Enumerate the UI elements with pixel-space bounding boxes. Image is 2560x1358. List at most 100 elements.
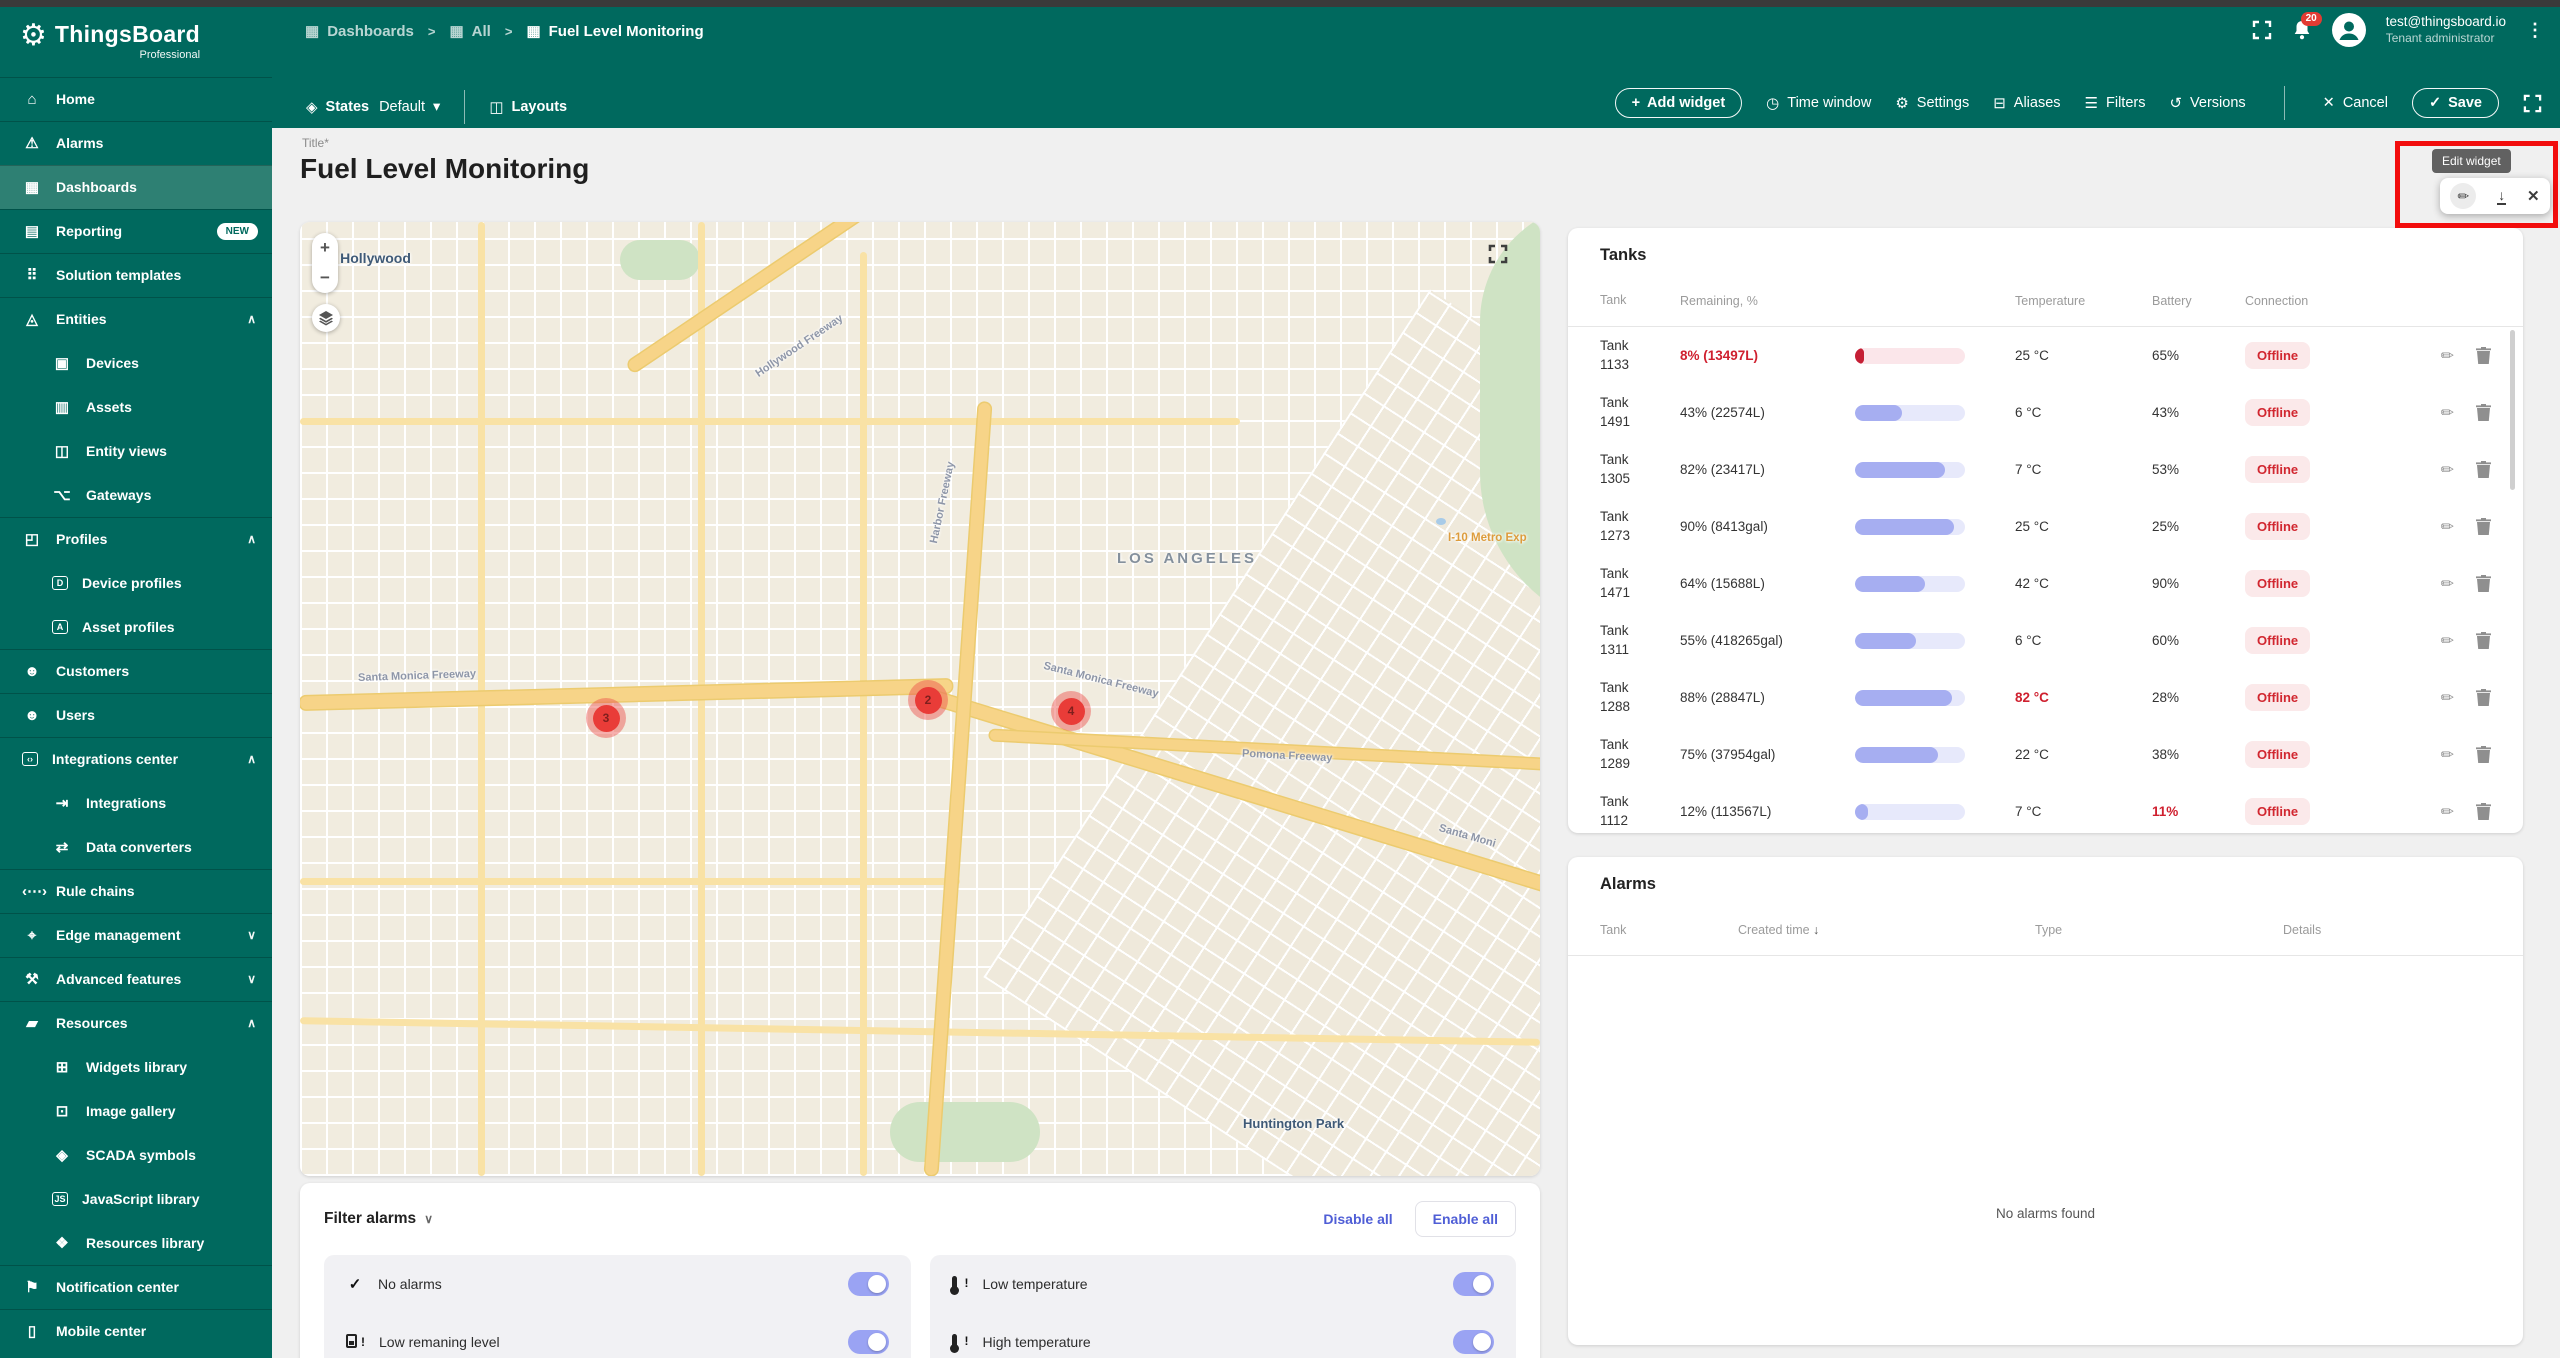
map-canvas[interactable]: Santa Monica Freeway Santa Monica Freewa… — [300, 222, 1540, 1176]
sidebar-item-rule-chains[interactable]: ‹⋯› Rule chains — [0, 869, 272, 913]
add-widget-button[interactable]: + Add widget — [1614, 88, 1743, 118]
notifications-bell[interactable]: 20 — [2292, 12, 2322, 41]
avatar[interactable] — [2331, 13, 2366, 47]
low-temperature-toggle[interactable] — [1453, 1272, 1494, 1296]
high-temperature-toggle[interactable] — [1453, 1330, 1494, 1354]
column-created-time[interactable]: Created time ↓ — [1738, 923, 2035, 937]
sidebar-item-image-gallery[interactable]: ⊡ Image gallery — [0, 1089, 272, 1133]
table-row-tank-1273[interactable]: Tank 1273 90% (8413gal) 25 °C 25% Offline… — [1568, 498, 2523, 555]
delete-row-icon[interactable] — [2476, 803, 2491, 820]
breadcrumb-dashboards[interactable]: ▦ Dashboards — [305, 22, 414, 41]
no-alarms-toggle[interactable] — [847, 1272, 889, 1296]
edit-row-icon[interactable]: ✏ — [2441, 460, 2454, 480]
edit-widget-button[interactable]: ✏ — [2450, 183, 2477, 209]
sidebar-item-notification-center[interactable]: ⚑ Notification center — [0, 1265, 272, 1309]
states-button[interactable]: ◈ States — [306, 98, 369, 116]
sidebar-item-resources[interactable]: ▰ Resources ∧ — [0, 1001, 272, 1045]
download-widget-icon[interactable]: ↓ — [2497, 188, 2507, 205]
column-remaining[interactable]: Remaining, % — [1680, 294, 1855, 308]
sidebar-item-mobile-center[interactable]: ▯ Mobile center — [0, 1309, 272, 1353]
sidebar-item-entities[interactable]: ◬ Entities ∧ — [0, 297, 272, 341]
sidebar-item-javascript-library[interactable]: JS JavaScript library — [0, 1177, 272, 1221]
map-marker[interactable]: 2 — [908, 680, 948, 720]
filter-alarms-title[interactable]: Filter alarms ∨ — [324, 1210, 433, 1228]
sidebar-item-solution-templates[interactable]: ⠿ Solution templates — [0, 253, 272, 297]
aliases-button[interactable]: ⊟ Aliases — [1993, 94, 2060, 112]
sidebar-item-reporting[interactable]: ▤ Reporting NEW — [0, 209, 272, 253]
sidebar-item-device-profiles[interactable]: D Device profiles — [0, 561, 272, 605]
sidebar-item-integrations-center[interactable]: ‹› Integrations center ∧ — [0, 737, 272, 781]
table-row-tank-1288[interactable]: Tank 1288 88% (28847L) 82 °C 28% Offline … — [1568, 669, 2523, 726]
table-scrollbar[interactable] — [2510, 330, 2515, 490]
fullscreen-icon[interactable] — [2252, 20, 2272, 40]
column-details[interactable]: Details — [2283, 923, 2433, 937]
low-remaining-toggle[interactable] — [847, 1330, 889, 1354]
edit-row-icon[interactable]: ✏ — [2441, 346, 2454, 366]
column-tank[interactable]: Tank — [1600, 923, 1738, 937]
save-button[interactable]: ✓ Save — [2411, 88, 2499, 118]
sidebar-item-asset-profiles[interactable]: A Asset profiles — [0, 605, 272, 649]
table-row-tank-1289[interactable]: Tank 1289 75% (37954gal) 22 °C 38% Offlin… — [1568, 726, 2523, 783]
sidebar-item-customers[interactable]: ☻ Customers — [0, 649, 272, 693]
expand-toolbar-icon[interactable] — [2523, 94, 2542, 113]
edit-row-icon[interactable]: ✏ — [2441, 631, 2454, 651]
column-temperature[interactable]: Temperature — [2000, 294, 2135, 308]
settings-button[interactable]: ⚙ Settings — [1895, 94, 1969, 112]
map-marker[interactable]: 4 — [1051, 691, 1091, 731]
delete-row-icon[interactable] — [2476, 746, 2491, 763]
sidebar-item-edge-management[interactable]: ⌖ Edge management ∨ — [0, 913, 272, 957]
zoom-in-button[interactable]: + — [320, 238, 330, 258]
versions-button[interactable]: ↺ Versions — [2169, 94, 2245, 112]
time-window-button[interactable]: ◷ Time window — [1766, 94, 1871, 112]
edit-row-icon[interactable]: ✏ — [2441, 574, 2454, 594]
sidebar-item-devices[interactable]: ▣ Devices — [0, 341, 272, 385]
column-type[interactable]: Type — [2035, 923, 2283, 937]
map-fullscreen-icon[interactable] — [1488, 244, 1508, 264]
edit-row-icon[interactable]: ✏ — [2441, 802, 2454, 822]
enable-all-button[interactable]: Enable all — [1414, 1201, 1516, 1237]
sidebar-item-data-converters[interactable]: ⇄ Data converters — [0, 825, 272, 869]
logo[interactable]: ⚙ ThingsBoard Professional — [20, 21, 200, 62]
sidebar-item-advanced-features[interactable]: ⚒ Advanced features ∨ — [0, 957, 272, 1001]
page-title[interactable]: Fuel Level Monitoring — [300, 153, 589, 185]
delete-row-icon[interactable] — [2476, 404, 2491, 421]
filters-button[interactable]: ☰ Filters — [2085, 94, 2146, 112]
sidebar-item-assets[interactable]: ▥ Assets — [0, 385, 272, 429]
zoom-out-button[interactable]: − — [320, 268, 330, 288]
table-row-tank-1112[interactable]: Tank 1112 12% (113567L) 7 °C 11% Offline … — [1568, 783, 2523, 833]
sidebar-item-widgets-library[interactable]: ⊞ Widgets library — [0, 1045, 272, 1089]
edit-row-icon[interactable]: ✏ — [2441, 745, 2454, 765]
sidebar-item-scada-symbols[interactable]: ◈ SCADA symbols — [0, 1133, 272, 1177]
cancel-button[interactable]: ✕ Cancel — [2323, 95, 2388, 111]
edit-row-icon[interactable]: ✏ — [2441, 403, 2454, 423]
user-info[interactable]: test@thingsboard.io Tenant administrator — [2386, 14, 2506, 46]
edit-row-icon[interactable]: ✏ — [2441, 517, 2454, 537]
table-row-tank-1305[interactable]: Tank 1305 82% (23417L) 7 °C 53% Offline ✏ — [1568, 441, 2523, 498]
table-row-tank-1311[interactable]: Tank 1311 55% (418265gal) 6 °C 60% Offlin… — [1568, 612, 2523, 669]
breadcrumb-all[interactable]: ▦ All — [449, 22, 490, 41]
table-row-tank-1491[interactable]: Tank 1491 43% (22574L) 6 °C 43% Offline ✏ — [1568, 384, 2523, 441]
sidebar-item-alarms[interactable]: ⚠ Alarms — [0, 121, 272, 165]
map-marker[interactable]: 3 — [586, 698, 626, 738]
delete-row-icon[interactable] — [2476, 575, 2491, 592]
delete-row-icon[interactable] — [2476, 689, 2491, 706]
table-row-tank-1471[interactable]: Tank 1471 64% (15688L) 42 °C 90% Offline … — [1568, 555, 2523, 612]
table-row-tank-1133[interactable]: Tank 1133 8% (13497L) 25 °C 65% Offline ✏ — [1568, 327, 2523, 384]
sidebar-item-entity-views[interactable]: ◫ Entity views — [0, 429, 272, 473]
sidebar-item-home[interactable]: ⌂ Home — [0, 77, 272, 121]
map-layers-button[interactable] — [312, 304, 340, 332]
sidebar-item-users[interactable]: ☻ Users — [0, 693, 272, 737]
column-tank[interactable]: Tank — [1600, 292, 1680, 309]
delete-row-icon[interactable] — [2476, 518, 2491, 535]
breadcrumb-current[interactable]: ▦ Fuel Level Monitoring — [526, 22, 703, 41]
kebab-menu-icon[interactable]: ⋮ — [2526, 20, 2544, 41]
remove-widget-icon[interactable]: ✕ — [2527, 187, 2540, 205]
sidebar-item-gateways[interactable]: ⌥ Gateways — [0, 473, 272, 517]
layouts-button[interactable]: ◫ Layouts — [489, 98, 567, 116]
sidebar-item-dashboards[interactable]: ▦ Dashboards — [0, 165, 272, 209]
disable-all-button[interactable]: Disable all — [1323, 1211, 1392, 1227]
column-battery[interactable]: Battery — [2135, 294, 2233, 308]
states-select[interactable]: Default ▾ — [379, 99, 440, 115]
column-connection[interactable]: Connection — [2233, 294, 2373, 308]
delete-row-icon[interactable] — [2476, 461, 2491, 478]
